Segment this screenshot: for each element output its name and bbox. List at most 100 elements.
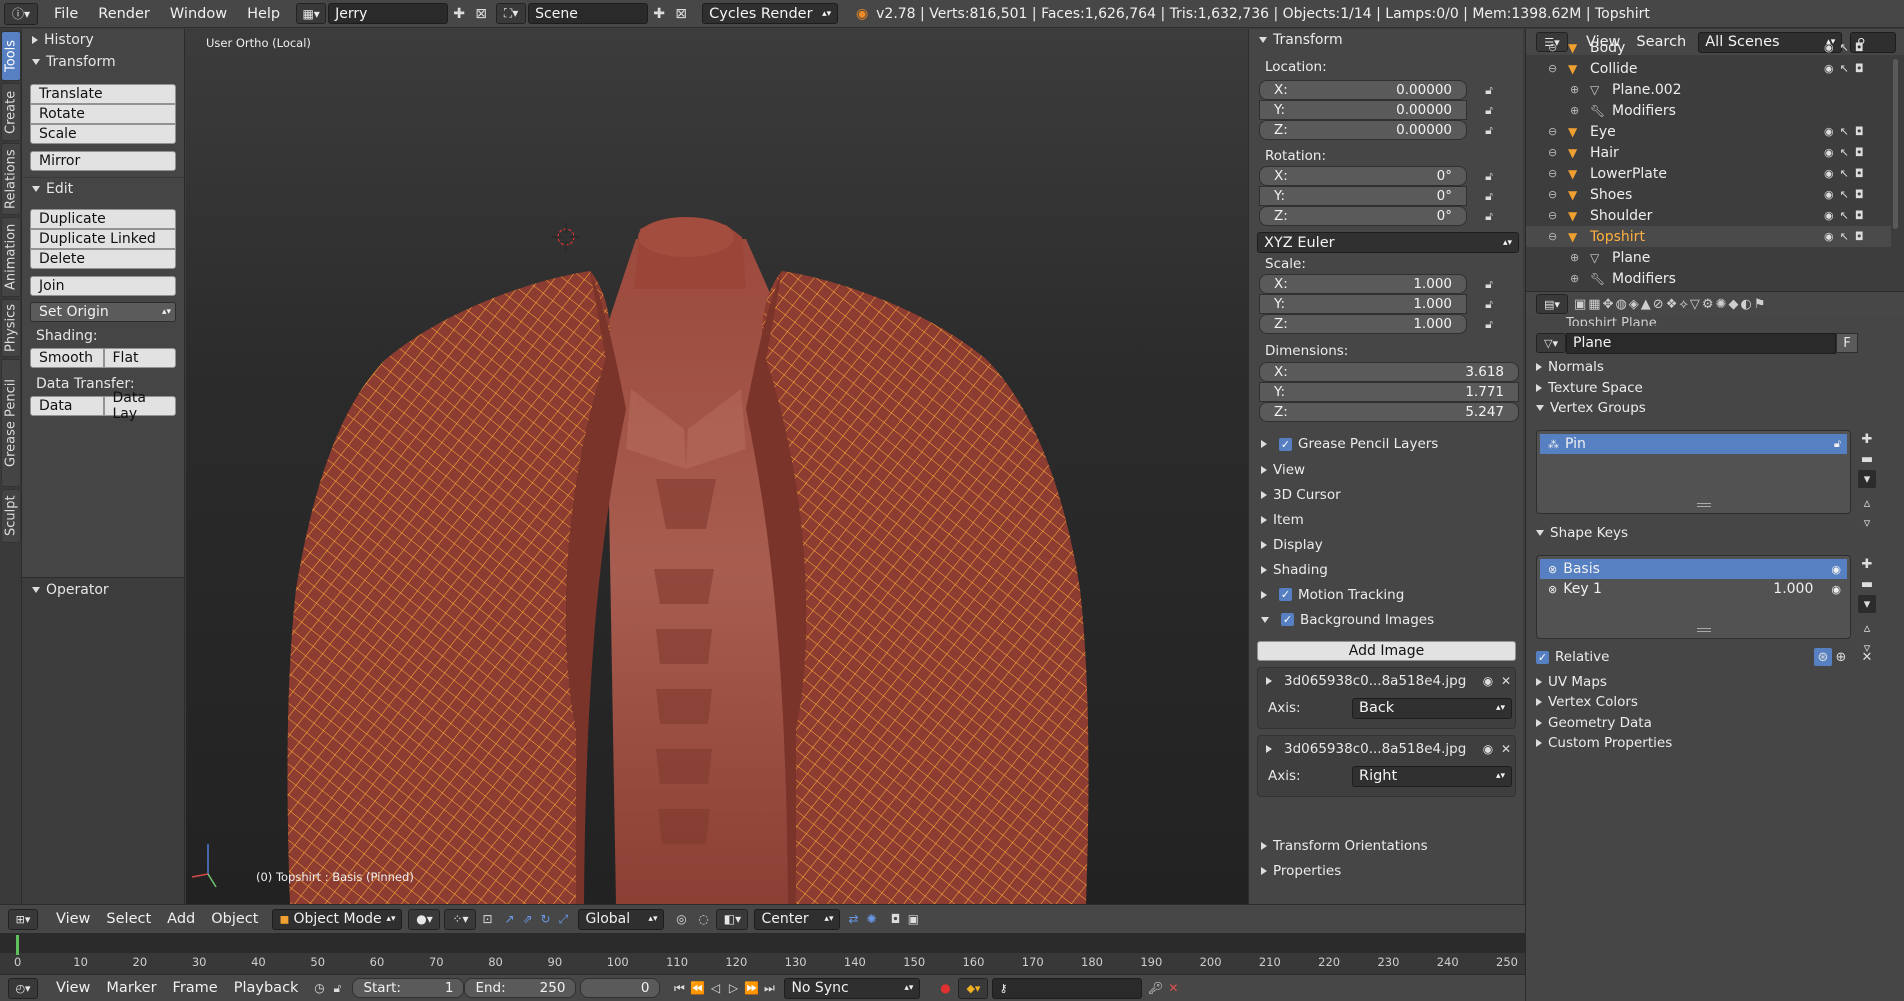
menu-add[interactable]: Add xyxy=(159,911,203,927)
rotate-button[interactable]: Rotate xyxy=(30,104,176,124)
eye-icon[interactable]: ◉ xyxy=(1831,583,1841,596)
scale-z-field[interactable]: Z: 1.000 xyxy=(1259,314,1467,334)
location-x-field[interactable]: X: 0.00000 xyxy=(1259,80,1467,100)
expand-icon[interactable]: ⊖ xyxy=(1548,188,1562,201)
visibility-icons[interactable]: ◉↖◘ xyxy=(1824,146,1870,159)
panel-properties[interactable]: Properties xyxy=(1249,858,1524,883)
remove-screen-icon[interactable]: ⊠ xyxy=(470,3,492,24)
duplicate-linked-button[interactable]: Duplicate Linked xyxy=(30,229,176,249)
outliner-row[interactable]: ⊕ 🔧︎ Modifiers xyxy=(1526,100,1891,121)
screen-name-field[interactable]: Jerry xyxy=(328,3,449,24)
add-scene-icon[interactable]: ✚ xyxy=(648,3,670,24)
tab-relations[interactable]: Relations xyxy=(1,143,21,215)
list-item[interactable]: ⁂ Pin 🔓︎ xyxy=(1540,434,1847,454)
delete-keyframe-icon[interactable]: ✕ xyxy=(1164,979,1182,997)
outliner-row[interactable]: ⊖ ▼ Body ◉↖◘ xyxy=(1526,37,1891,58)
jump-end-icon[interactable]: ⏭ xyxy=(760,979,778,997)
outliner-scrollbar[interactable] xyxy=(1893,59,1898,229)
expand-icon[interactable]: ⊕ xyxy=(1570,251,1584,264)
lock-icon[interactable]: 🔓︎ xyxy=(1481,296,1497,312)
scene-icon[interactable]: ⛶▾ xyxy=(496,3,527,24)
panel-texture-space[interactable]: Texture Space xyxy=(1536,377,1643,399)
visibility-icons[interactable]: ◉↖◘ xyxy=(1824,41,1870,54)
record-icon[interactable]: ● xyxy=(936,979,954,997)
scene-name-field[interactable]: Scene xyxy=(528,3,649,24)
current-frame-marker[interactable] xyxy=(16,935,19,955)
location-y-field[interactable]: Y: 0.00000 xyxy=(1259,100,1467,120)
expand-icon[interactable]: ⊖ xyxy=(1548,230,1562,243)
axis-select[interactable]: Right ▴▾ xyxy=(1352,765,1512,787)
jump-key-forward-icon[interactable]: ⏩ xyxy=(742,979,760,997)
shape-key-menu-icon[interactable]: ▾ xyxy=(1858,595,1876,613)
manipulator-icon[interactable]: ↗ xyxy=(500,910,518,928)
orientation-select[interactable]: Global ▴▾ xyxy=(578,908,665,930)
outliner-row[interactable]: ⊖ ▼ Eye ◉↖◘ xyxy=(1526,121,1891,142)
clear-icon[interactable]: ✕ xyxy=(1858,648,1876,666)
menu-marker[interactable]: Marker xyxy=(98,980,164,996)
outliner-row[interactable]: ⊖ ▼ Hair ◉↖◘ xyxy=(1526,142,1891,163)
check-icon[interactable]: ✓ xyxy=(1279,588,1292,601)
expand-icon[interactable]: ⊕ xyxy=(1570,272,1584,285)
snap-target-icon[interactable]: ⇄ xyxy=(844,910,862,928)
panel-uv-maps[interactable]: UV Maps xyxy=(1536,671,1607,693)
tab-animation[interactable]: Animation xyxy=(1,217,21,297)
info-editor-icon[interactable]: ⓘ▾ xyxy=(4,2,38,25)
rotation-x-field[interactable]: X: 0° xyxy=(1259,166,1467,186)
menu-playback[interactable]: Playback xyxy=(226,980,307,996)
panel-item[interactable]: Item xyxy=(1249,507,1524,532)
panel-transform[interactable]: Transform xyxy=(22,51,184,73)
tab-create[interactable]: Create xyxy=(1,83,21,141)
lock-icon[interactable]: 🔓︎ xyxy=(1481,168,1497,184)
translate-button[interactable]: Translate xyxy=(30,84,176,104)
expand-icon[interactable]: ⊖ xyxy=(1548,41,1562,54)
jump-start-icon[interactable]: ⏮ xyxy=(670,979,688,997)
rotate-manipulator-icon[interactable]: ↻ xyxy=(536,910,554,928)
eye-icon[interactable]: ◉ xyxy=(1831,563,1841,576)
list-item[interactable]: ⊗ Key 1 1.000 ◉ xyxy=(1540,579,1847,599)
eye-icon[interactable]: ◉ xyxy=(1479,672,1497,690)
list-resize-handle[interactable] xyxy=(1697,628,1711,632)
visibility-icons[interactable]: ◉↖◘ xyxy=(1824,188,1870,201)
join-button[interactable]: Join xyxy=(30,276,176,296)
play-icon[interactable]: ▷ xyxy=(724,979,742,997)
pivot-center-select[interactable]: Center ▴▾ xyxy=(754,908,841,930)
panel-3d-cursor[interactable]: 3D Cursor xyxy=(1249,482,1524,507)
3d-view-editor-icon[interactable]: ⊞▾ xyxy=(8,908,38,930)
timeline-editor-icon[interactable]: ◴▾ xyxy=(8,977,38,999)
jump-key-back-icon[interactable]: ⏪ xyxy=(688,979,706,997)
visibility-icons[interactable]: ◉↖◘ xyxy=(1824,209,1870,222)
lock-icon[interactable]: 🔓︎ xyxy=(1481,82,1497,98)
check-icon[interactable]: ✓ xyxy=(1279,437,1292,451)
lock-icon[interactable]: 🔓︎ xyxy=(1481,102,1497,118)
tab-physics[interactable]: Physics xyxy=(1,299,21,357)
current-frame-field[interactable]: 0 xyxy=(580,978,661,998)
render-icon[interactable]: ◘ xyxy=(886,910,904,928)
proportional-edit-icon[interactable]: ◌ xyxy=(694,910,712,928)
keying-set-field[interactable]: ⚷ xyxy=(992,977,1143,999)
data-layout-button[interactable]: Data Lay xyxy=(103,390,176,422)
character-mesh[interactable] xyxy=(186,29,1248,904)
panel-history[interactable]: History xyxy=(22,29,184,51)
outliner-row[interactable]: ⊖ ▼ Shoulder ◉↖◘ xyxy=(1526,205,1891,226)
remove-scene-icon[interactable]: ⊠ xyxy=(670,3,692,24)
visibility-icons[interactable]: ◉↖◘ xyxy=(1824,62,1870,75)
check-icon[interactable]: ✓ xyxy=(1536,650,1549,664)
panel-custom-properties[interactable]: Custom Properties xyxy=(1536,732,1672,754)
panel-normals[interactable]: Normals xyxy=(1536,356,1604,378)
panel-vertex-colors[interactable]: Vertex Colors xyxy=(1536,691,1638,713)
shape-key-value[interactable]: 1.000 xyxy=(1773,581,1813,597)
menu-view-timeline[interactable]: View xyxy=(48,980,98,996)
menu-object[interactable]: Object xyxy=(203,911,266,927)
expand-icon[interactable]: ⊖ xyxy=(1548,167,1562,180)
scale-manipulator-icon[interactable]: ⤢ xyxy=(554,910,572,928)
add-image-button[interactable]: Add Image xyxy=(1257,641,1516,661)
expand-icon[interactable]: ⊖ xyxy=(1548,209,1562,222)
preview-range-icon[interactable]: ◷ xyxy=(310,979,328,997)
scale-button[interactable]: Scale xyxy=(30,124,176,144)
start-frame-field[interactable]: Start: 1 xyxy=(352,978,465,998)
duplicate-button[interactable]: Duplicate xyxy=(30,209,176,229)
expand-icon[interactable] xyxy=(1266,677,1278,686)
lock-range-icon[interactable]: 🔓︎ xyxy=(328,979,346,997)
panel-motion-tracking[interactable]: ✓ Motion Tracking xyxy=(1249,582,1524,607)
visibility-icons[interactable]: ◉↖◘ xyxy=(1824,230,1870,243)
